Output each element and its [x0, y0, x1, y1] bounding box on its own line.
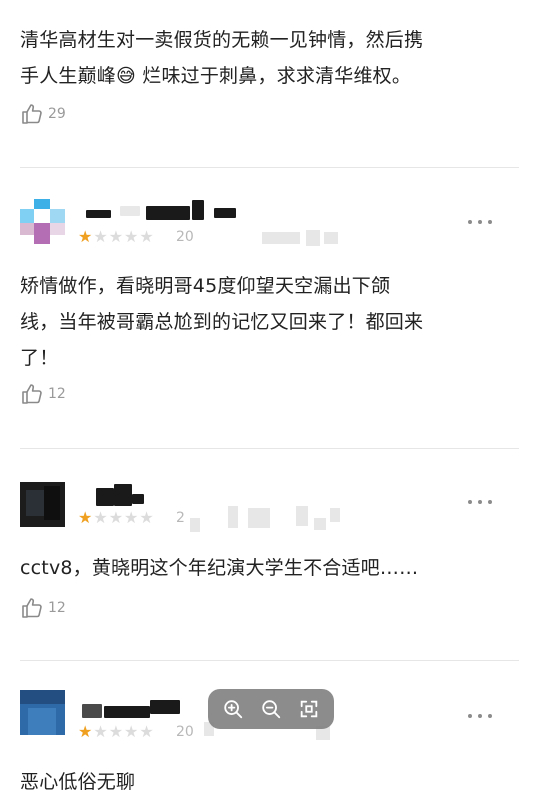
dot: [478, 714, 482, 718]
thumbs-up-icon: [20, 382, 44, 406]
zoom-out-button[interactable]: [258, 696, 284, 722]
comment-2-like-button[interactable]: 12: [20, 382, 66, 406]
username-blurred[interactable]: [82, 704, 102, 718]
comment-date: 20: [176, 724, 194, 740]
dot: [478, 500, 482, 504]
star-empty-icon: ★: [124, 227, 139, 246]
star-empty-icon: ★: [93, 722, 108, 741]
comment-3-text: cctv8，黄晓明这个年纪演大学生不合适吧……: [20, 550, 512, 586]
rating-stars: ★ ★ ★ ★ ★: [78, 510, 154, 526]
username-blurred: [192, 200, 204, 220]
comment-2-line-1: 矫情做作，看晓明哥45度仰望天空漏出下颌: [20, 275, 391, 297]
star-filled-icon: ★: [78, 227, 93, 246]
thumbs-up-icon: [20, 102, 44, 126]
comment-2-line-3: 了！: [20, 347, 59, 369]
star-empty-icon: ★: [108, 508, 124, 527]
comment-date: 20: [176, 229, 194, 245]
thumbs-up-icon: [20, 596, 44, 620]
comment-1-line-1: 清华高材生对一卖假货的无赖一见钟情，然后携: [20, 29, 424, 51]
username-blurred: [120, 206, 140, 216]
divider: [20, 167, 519, 168]
like-count: 12: [48, 600, 66, 616]
more-dots-icon: [468, 220, 472, 224]
star-filled-icon: ★: [78, 722, 93, 741]
dot: [488, 714, 492, 718]
dot: [488, 220, 492, 224]
comment-3-like-button[interactable]: 12: [20, 596, 66, 620]
username-blurred: [214, 208, 236, 218]
date-blurred: [296, 506, 308, 526]
more-options-button[interactable]: [468, 218, 492, 226]
star-empty-icon: ★: [108, 227, 124, 246]
star-empty-icon: ★: [93, 227, 108, 246]
comment-4-text: 恶心低俗无聊: [20, 764, 512, 800]
star-empty-icon: ★: [108, 722, 124, 741]
star-empty-icon: ★: [139, 508, 154, 527]
date-blurred: [248, 508, 270, 528]
comment-3-line-1: cctv8，黄晓明这个年纪演大学生不合适吧……: [20, 557, 419, 579]
star-empty-icon: ★: [124, 508, 139, 527]
date-blurred: [228, 506, 238, 528]
dot: [478, 220, 482, 224]
rating-stars: ★ ★ ★ ★ ★: [78, 724, 154, 740]
like-count: 12: [48, 386, 66, 402]
comment-date: 2: [176, 510, 185, 526]
comment-2-text: 矫情做作，看晓明哥45度仰望天空漏出下颌 线，当年被哥霸总尬到的记忆又回来了！都…: [20, 268, 512, 376]
date-blurred: [262, 232, 300, 244]
more-options-button[interactable]: [468, 498, 492, 506]
date-blurred: [314, 518, 326, 530]
star-empty-icon: ★: [93, 508, 108, 527]
rating-stars: ★ ★ ★ ★ ★: [78, 229, 154, 245]
zoom-toolbar: [208, 689, 334, 729]
comment-1-text: 清华高材生对一卖假货的无赖一见钟情，然后携 手人生巅峰😅 烂味过于刺鼻，求求清华…: [20, 22, 512, 94]
dot: [488, 500, 492, 504]
zoom-out-icon: [262, 700, 281, 719]
date-blurred: [330, 508, 340, 522]
avatar[interactable]: [20, 482, 65, 527]
avatar[interactable]: [20, 199, 65, 244]
username-blurred: [132, 494, 144, 504]
avatar[interactable]: [20, 690, 65, 735]
fit-screen-icon: [300, 700, 318, 718]
more-options-button[interactable]: [468, 712, 492, 720]
comment-4-line-1: 恶心低俗无聊: [20, 771, 136, 793]
star-filled-icon: ★: [78, 508, 93, 527]
date-blurred: [190, 518, 200, 532]
divider: [20, 660, 519, 661]
username-blurred: [104, 706, 150, 718]
star-empty-icon: ★: [124, 722, 139, 741]
username-blurred[interactable]: [86, 210, 111, 218]
comment-2-line-2: 线，当年被哥霸总尬到的记忆又回来了！都回来: [20, 311, 424, 333]
username-blurred: [114, 484, 132, 506]
fit-screen-button[interactable]: [296, 696, 322, 722]
date-blurred: [324, 232, 338, 244]
more-dots-icon: [468, 714, 472, 718]
username-blurred[interactable]: [96, 488, 114, 506]
username-blurred: [150, 700, 180, 714]
star-empty-icon: ★: [139, 227, 154, 246]
comment-1-line-2: 手人生巅峰😅 烂味过于刺鼻，求求清华维权。: [20, 65, 412, 87]
username-blurred: [146, 206, 190, 220]
more-dots-icon: [468, 500, 472, 504]
zoom-in-icon: [224, 700, 243, 719]
zoom-in-button[interactable]: [220, 696, 246, 722]
comment-1-like-button[interactable]: 29: [20, 102, 66, 126]
divider: [20, 448, 519, 449]
date-blurred: [306, 230, 320, 246]
star-empty-icon: ★: [139, 722, 154, 741]
like-count: 29: [48, 106, 66, 122]
